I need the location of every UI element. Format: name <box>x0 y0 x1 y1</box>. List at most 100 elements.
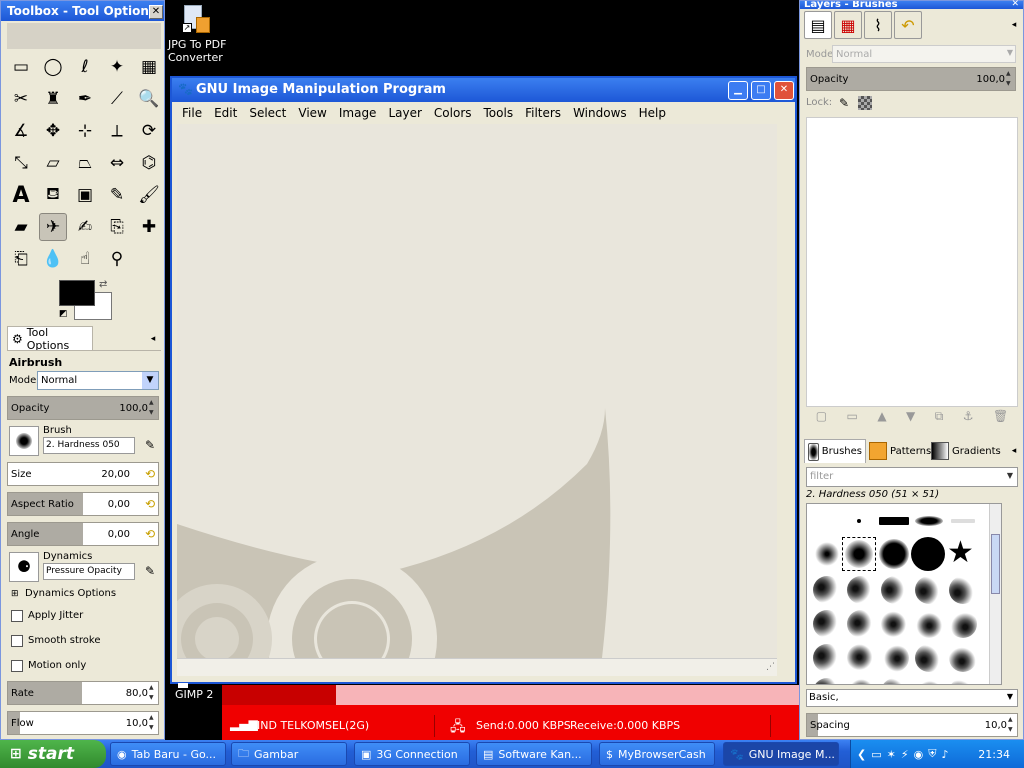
brushes-scroll-thumb[interactable] <box>991 534 1000 594</box>
tab-channels[interactable]: ▦ <box>834 11 862 39</box>
foreground-color-swatch[interactable] <box>59 280 95 306</box>
texture-brush[interactable] <box>915 644 943 672</box>
menu-help[interactable]: Help <box>639 106 666 120</box>
dock-tab-menu-icon[interactable]: ◂ <box>1006 17 1022 33</box>
lock-alpha-icon[interactable] <box>858 96 872 110</box>
layer-opacity-spin-icon[interactable]: ▲ ▼ <box>1006 69 1014 89</box>
spacing-slider[interactable]: Spacing 10,0 ▲ ▼ <box>806 713 1018 737</box>
aspect-ratio-slider[interactable]: Aspect Ratio 0,00 <box>7 492 159 516</box>
angle-slider[interactable]: Angle 0,00 <box>7 522 159 546</box>
blend-icon[interactable]: ▣ <box>71 181 99 209</box>
smudge-icon[interactable]: ☝ <box>71 245 99 273</box>
opacity-spin-icon[interactable]: ▲ ▼ <box>149 398 157 418</box>
fuzzy-select-icon[interactable]: ✦ <box>103 53 131 81</box>
tab-tool-options[interactable]: ⚙ Tool Options <box>7 326 93 352</box>
free-select-icon[interactable]: ℓ <box>71 53 99 81</box>
layer-opacity-slider[interactable]: Opacity 100,0 ▲ ▼ <box>806 67 1016 91</box>
texture-brush[interactable] <box>813 576 841 604</box>
swap-colors-icon[interactable]: ⇄ <box>99 279 107 290</box>
ink-icon[interactable]: ✍ <box>71 213 99 241</box>
color-select-icon[interactable]: ▦ <box>135 53 163 81</box>
brush-hardness-100[interactable] <box>911 537 945 571</box>
layers-list[interactable] <box>806 117 1018 407</box>
texture-brush[interactable] <box>881 678 909 684</box>
texture-brush[interactable] <box>881 610 909 638</box>
new-layer-icon[interactable]: ▢ <box>816 409 827 427</box>
cage-icon[interactable]: ⌬ <box>135 149 163 177</box>
start-button[interactable]: ⊞ start <box>0 740 106 768</box>
tab-paths[interactable]: ⌇ <box>864 11 892 39</box>
dynamics-field[interactable]: Pressure Opacity <box>43 563 135 580</box>
tab-menu-icon[interactable]: ◂ <box>145 331 161 347</box>
reset-aspect-icon[interactable]: ⟲ <box>142 496 158 512</box>
perspective-icon[interactable]: ⏢ <box>71 149 99 177</box>
measure-icon[interactable]: ∡ <box>7 117 35 145</box>
menu-filters[interactable]: Filters <box>525 106 561 120</box>
menu-windows[interactable]: Windows <box>573 106 627 120</box>
tray-star-icon[interactable]: ✶ <box>887 748 896 761</box>
texture-brush[interactable] <box>847 576 875 604</box>
dynamics-icon[interactable]: ⚈ <box>9 552 39 582</box>
new-group-icon[interactable]: ▭ <box>847 409 858 427</box>
brush-block[interactable] <box>879 517 909 525</box>
color-picker-icon[interactable]: ⟋ <box>103 85 131 113</box>
tray-chrome-icon[interactable]: ◉ <box>914 748 924 761</box>
toolbox-close-button[interactable]: ✕ <box>149 5 163 19</box>
tray-network-icon[interactable]: ▭ <box>871 748 881 761</box>
chevron-down-icon[interactable]: ▼ <box>1007 471 1013 480</box>
duplicate-layer-icon[interactable]: ⧉ <box>935 409 944 427</box>
brush-name-field[interactable]: 2. Hardness 050 <box>43 437 135 454</box>
foreground-select-icon[interactable]: ♜ <box>39 85 67 113</box>
lock-pixels-icon[interactable]: ✎ <box>836 95 852 111</box>
paintbrush-icon[interactable]: 🖌 <box>135 181 163 209</box>
tab-gradients[interactable]: Gradients <box>928 439 1004 463</box>
menu-image[interactable]: Image <box>339 106 377 120</box>
empty-canvas-area[interactable] <box>177 124 777 658</box>
mode-select[interactable]: Normal ▼ <box>37 371 159 390</box>
brush-set-select[interactable]: Basic, ▼ <box>806 689 1018 707</box>
dodge-burn-icon[interactable]: ⚲ <box>103 245 131 273</box>
texture-brush[interactable] <box>915 610 943 638</box>
tab-layers[interactable]: ▤ <box>804 11 832 39</box>
brush-pixel[interactable] <box>857 519 861 523</box>
texture-brush[interactable] <box>881 644 909 672</box>
brushes-scrollbar[interactable] <box>989 504 1001 684</box>
shear-icon[interactable]: ▱ <box>39 149 67 177</box>
brush-blur-ellipse[interactable] <box>915 516 943 526</box>
texture-brush[interactable] <box>949 644 977 672</box>
texture-brush[interactable] <box>813 678 841 684</box>
heal-icon[interactable]: ✚ <box>135 213 163 241</box>
menu-edit[interactable]: Edit <box>214 106 237 120</box>
rect-select-icon[interactable]: ▭ <box>7 53 35 81</box>
tab-patterns[interactable]: Patterns <box>866 439 934 463</box>
rotate-icon[interactable]: ⟳ <box>135 117 163 145</box>
dock-titlebar[interactable]: Layers - Brushes <box>800 1 1023 9</box>
flow-slider[interactable]: Flow 10,0 ▲ ▼ <box>7 711 159 735</box>
flow-spin-icon[interactable]: ▲ ▼ <box>149 713 157 733</box>
delete-layer-icon[interactable]: 🗑 <box>993 409 1008 427</box>
task-mybrowsercash[interactable]: $ MyBrowserCash <box>599 742 715 766</box>
spacing-spin-icon[interactable]: ▲ ▼ <box>1008 715 1016 735</box>
size-slider[interactable]: Size 20,00 <box>7 462 159 486</box>
rate-slider[interactable]: Rate 80,0 ▲ ▼ <box>7 681 159 705</box>
brushes-tab-menu-icon[interactable]: ◂ <box>1006 443 1022 459</box>
texture-brush[interactable] <box>949 576 977 604</box>
menu-colors[interactable]: Colors <box>434 106 472 120</box>
ellipse-select-icon[interactable]: ◯ <box>39 53 67 81</box>
move-icon[interactable]: ✥ <box>39 117 67 145</box>
apply-jitter-checkbox[interactable] <box>11 610 23 622</box>
text-icon[interactable]: A <box>7 181 35 209</box>
reset-colors-icon[interactable]: ◩ <box>59 309 68 319</box>
airbrush-icon[interactable]: ✈ <box>39 213 67 241</box>
align-icon[interactable]: ⊹ <box>71 117 99 145</box>
brush-line[interactable] <box>951 519 975 523</box>
tray-security-icon[interactable]: ⛨ <box>928 747 936 761</box>
chevron-down-icon[interactable]: ▼ <box>142 372 158 389</box>
raise-layer-icon[interactable]: ▲ <box>877 409 886 427</box>
clone-icon[interactable]: ⎘ <box>103 213 131 241</box>
brush-selected-frame[interactable] <box>842 537 876 571</box>
brush-fuzzy-small[interactable] <box>815 542 839 566</box>
layer-mode-select[interactable]: Normal ▼ <box>832 45 1016 63</box>
edit-brush-icon[interactable]: ✎ <box>142 437 158 453</box>
texture-brush[interactable] <box>881 576 909 604</box>
